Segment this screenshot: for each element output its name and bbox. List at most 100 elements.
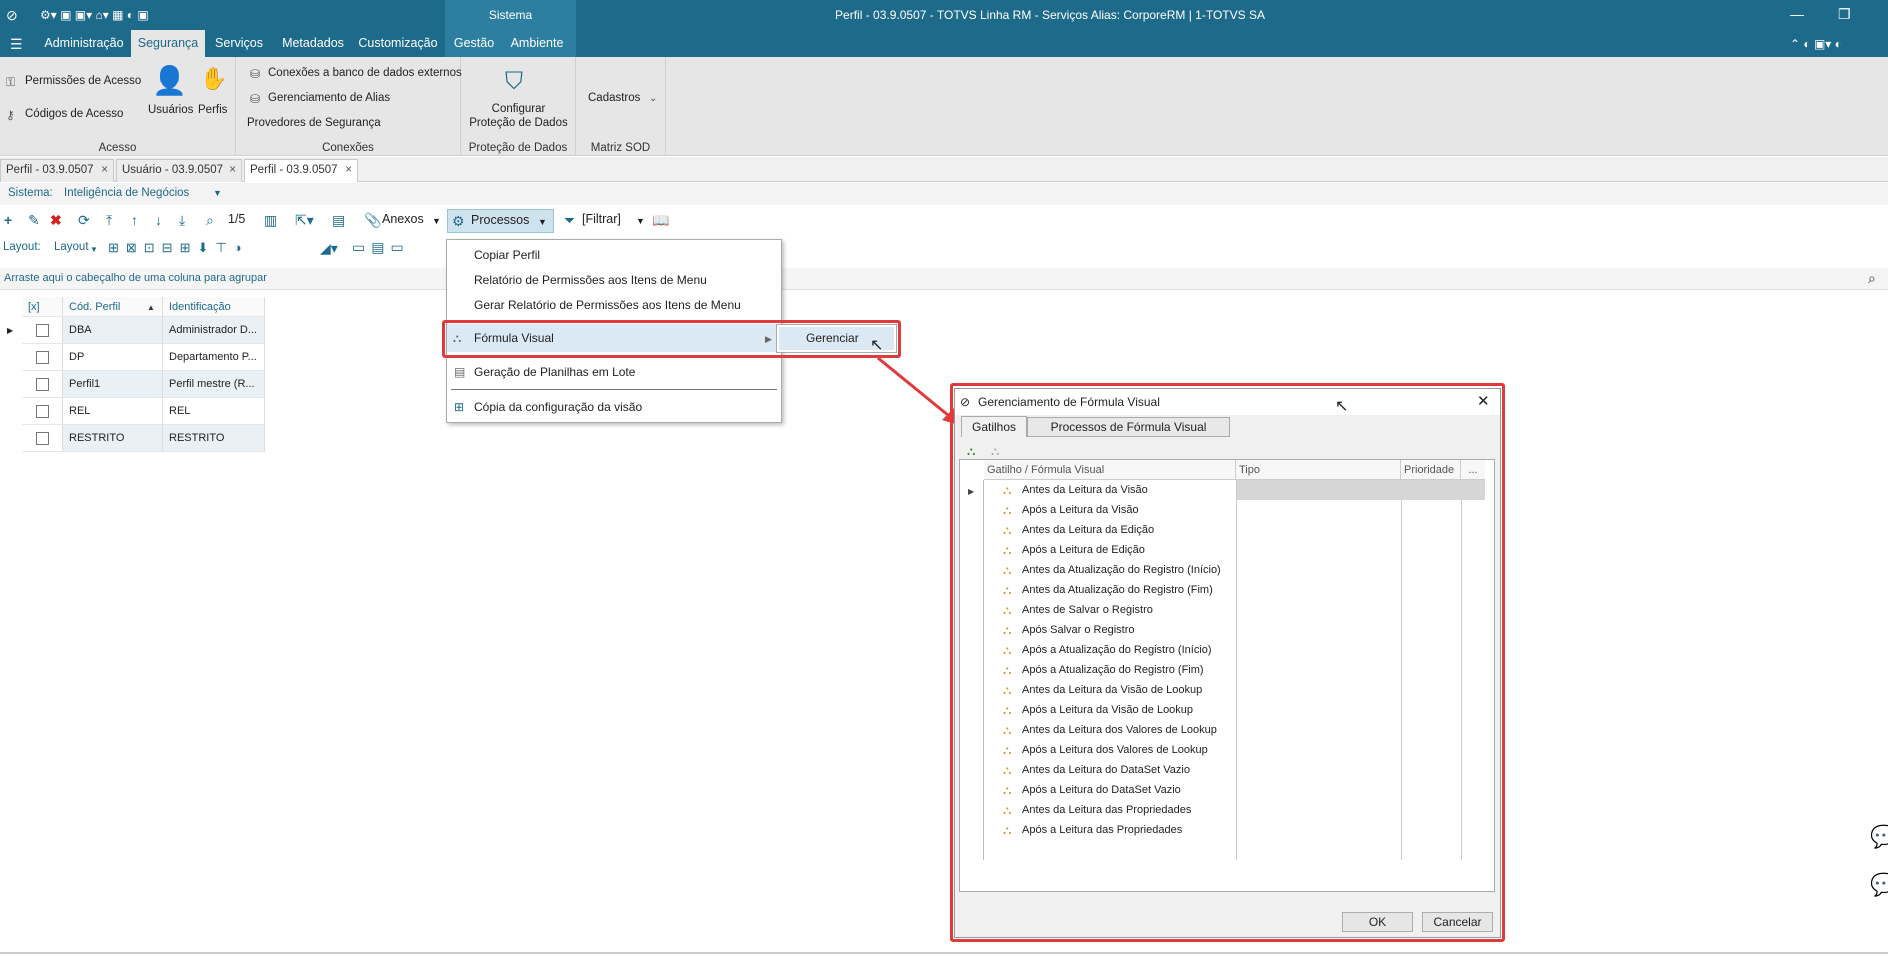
table-cell-ident[interactable]: Departamento P... bbox=[163, 344, 265, 371]
chevron-down-icon[interactable]: ▼ bbox=[538, 214, 547, 230]
last-icon[interactable]: ⤓ bbox=[179, 212, 185, 228]
add-trigger-icon[interactable]: ⛬ bbox=[967, 443, 975, 459]
first-icon[interactable]: ⤒ bbox=[106, 212, 112, 228]
chevron-down-icon[interactable]: ▼ bbox=[432, 213, 441, 229]
search-icon[interactable]: ⌕ bbox=[1868, 270, 1876, 286]
next-icon[interactable]: ↓ bbox=[155, 212, 162, 228]
processos-button[interactable]: ⚙ Processos ▼ bbox=[447, 209, 554, 233]
table-cell-ident[interactable]: REL bbox=[163, 398, 265, 425]
close-icon[interactable]: × bbox=[229, 160, 236, 181]
perfis-button[interactable]: Perfis bbox=[198, 104, 227, 116]
doc-tab-perfil-1[interactable]: Perfil - 03.9.0507 × bbox=[0, 159, 114, 182]
menu-item-geracao-planilhas[interactable]: ▤ Geração de Planilhas em Lote bbox=[447, 360, 781, 384]
table-row-check[interactable] bbox=[22, 425, 63, 452]
permissoes-acesso-button[interactable]: Permissões de Acesso bbox=[25, 75, 141, 87]
list-item[interactable]: ⛬ Após a Leitura de Edição bbox=[960, 540, 1494, 560]
table-cell-cod[interactable]: DP bbox=[63, 344, 163, 371]
tab-customizacao[interactable]: Customização bbox=[358, 30, 438, 57]
chevron-down-icon[interactable]: ▼ bbox=[636, 213, 645, 229]
list-item[interactable]: ⛬ Após Salvar o Registro bbox=[960, 620, 1494, 640]
table-row-check[interactable] bbox=[22, 317, 63, 344]
table-cell-cod[interactable]: DBA bbox=[63, 317, 163, 344]
ok-button[interactable]: OK bbox=[1342, 912, 1413, 932]
list-item[interactable]: ⛬ Após a Atualização do Registro (Início) bbox=[960, 640, 1494, 660]
menu-item-gerar-relatorio[interactable]: Gerar Relatório de Permissões aos Itens … bbox=[447, 293, 781, 317]
cadastros-dropdown[interactable]: Cadastros bbox=[588, 92, 640, 104]
refresh-icon[interactable]: ⟳ bbox=[78, 212, 90, 228]
tab-metadados[interactable]: Metadados bbox=[277, 30, 349, 57]
list-item[interactable]: ⛬ Antes da Atualização do Registro (Iníci… bbox=[960, 560, 1494, 580]
chart-icon[interactable]: ◢▾ bbox=[320, 240, 338, 256]
chevron-down-icon[interactable]: ⌄ bbox=[649, 91, 657, 107]
close-icon[interactable]: ✕ bbox=[1477, 394, 1490, 410]
add-icon[interactable]: + bbox=[4, 212, 12, 228]
checkbox[interactable] bbox=[35, 350, 49, 364]
remove-trigger-icon[interactable]: ⛬ bbox=[991, 443, 999, 459]
table-row-check[interactable] bbox=[22, 371, 63, 398]
list-item[interactable]: ⛬ Após a Leitura da Visão bbox=[960, 500, 1494, 520]
layout-dropdown[interactable]: Layout bbox=[54, 241, 89, 253]
report-icon[interactable]: ▤ bbox=[332, 212, 345, 228]
panel-layout-icons[interactable]: ▭▤▭ bbox=[352, 239, 410, 255]
list-item[interactable]: ⛬ Após a Leitura do DataSet Vazio bbox=[960, 780, 1494, 800]
checkbox[interactable] bbox=[35, 431, 49, 445]
table-cell-ident[interactable]: Perfil mestre (R... bbox=[163, 371, 265, 398]
doc-tab-perfil-2[interactable]: Perfil - 03.9.0507 × bbox=[244, 159, 358, 182]
menu-item-copiar-perfil[interactable]: Copiar Perfil bbox=[447, 243, 781, 267]
filtrar-button[interactable]: [Filtrar] bbox=[582, 212, 621, 226]
table-cell-cod[interactable]: Perfil1 bbox=[63, 371, 163, 398]
chat-icon[interactable]: 💬 bbox=[1870, 824, 1888, 850]
table-cell-ident[interactable]: RESTRITO bbox=[163, 425, 265, 452]
menu-item-relatorio-permissoes[interactable]: Relatório de Permissões aos Itens de Men… bbox=[447, 268, 781, 292]
list-item[interactable]: ⛬ Antes de Salvar o Registro bbox=[960, 600, 1494, 620]
codigos-acesso-button[interactable]: Códigos de Acesso bbox=[25, 108, 123, 120]
list-item[interactable]: ⛬ Antes da Leitura da Visão bbox=[960, 480, 1494, 500]
grid-header-gatilho[interactable]: Gatilho / Fórmula Visual bbox=[984, 460, 1236, 480]
list-item[interactable]: ⛬ Após a Leitura das Propriedades bbox=[960, 820, 1494, 840]
quick-access-icon[interactable]: ⚙▾ ▣ ▣▾ ⌂▾ ▦ ◐ ▣ bbox=[40, 7, 149, 23]
checkbox[interactable] bbox=[35, 323, 49, 337]
chat-icon[interactable]: 💬 bbox=[1870, 872, 1888, 898]
list-item[interactable]: ⛬ Após a Atualização do Registro (Fim) bbox=[960, 660, 1494, 680]
search-icon[interactable]: ⌕ bbox=[206, 212, 214, 228]
conexoes-banco-button[interactable]: Conexões a banco de dados externos bbox=[268, 67, 462, 79]
chevron-down-icon[interactable]: ▼ bbox=[90, 242, 98, 258]
grid-header-tipo[interactable]: Tipo bbox=[1236, 460, 1401, 480]
grid-header-ident[interactable]: Identificação bbox=[163, 297, 265, 317]
list-item[interactable]: ⛬ Após a Leitura da Visão de Lookup bbox=[960, 700, 1494, 720]
chevron-down-icon[interactable]: ▼ bbox=[213, 185, 222, 201]
grid-header-prioridade[interactable]: Prioridade bbox=[1401, 460, 1461, 480]
close-icon[interactable]: × bbox=[101, 160, 108, 181]
list-item[interactable]: ⛬ Antes da Leitura dos Valores de Lookup bbox=[960, 720, 1494, 740]
group-by-area[interactable]: Arraste aqui o cabeçalho de uma coluna p… bbox=[0, 268, 1888, 290]
tab-gestao[interactable]: Gestão bbox=[449, 30, 499, 57]
list-item[interactable]: ⛬ Antes da Atualização do Registro (Fim) bbox=[960, 580, 1494, 600]
tab-administracao[interactable]: Administração bbox=[40, 30, 128, 57]
usuarios-button[interactable]: Usuários bbox=[148, 104, 193, 116]
checkbox[interactable] bbox=[35, 377, 49, 391]
grid-header-more[interactable]: ... bbox=[1461, 460, 1485, 480]
table-cell-cod[interactable]: RESTRITO bbox=[63, 425, 163, 452]
table-cell-ident[interactable]: Administrador D... bbox=[163, 317, 265, 344]
table-cell-cod[interactable]: REL bbox=[63, 398, 163, 425]
sistema-select[interactable]: Inteligência de Negócios bbox=[64, 183, 189, 203]
export-icon[interactable]: ⇱▾ bbox=[295, 212, 314, 228]
app-menu-icon[interactable]: ☰ bbox=[10, 36, 23, 52]
tab-processos-formula[interactable]: Processos de Fórmula Visual bbox=[1027, 417, 1230, 437]
tab-ambiente[interactable]: Ambiente bbox=[505, 30, 569, 57]
tab-gatilhos[interactable]: Gatilhos bbox=[961, 416, 1027, 437]
configurar-protecao-line2[interactable]: Proteção de Dados bbox=[461, 117, 576, 129]
table-row-check[interactable] bbox=[22, 344, 63, 371]
layout-tools-icons[interactable]: ⊞⊠⊡⊟⊞⬇⊤◑ bbox=[108, 240, 249, 256]
edit-icon[interactable]: ✎ bbox=[28, 212, 40, 228]
book-icon[interactable]: 📖 bbox=[652, 212, 669, 228]
cancel-button[interactable]: Cancelar bbox=[1422, 912, 1493, 932]
configurar-protecao-line1[interactable]: Configurar bbox=[461, 103, 576, 115]
tab-seguranca[interactable]: Segurança bbox=[131, 30, 205, 57]
gerenciamento-alias-button[interactable]: Gerenciamento de Alias bbox=[268, 92, 390, 104]
list-item[interactable]: ⛬ Antes da Leitura do DataSet Vazio bbox=[960, 760, 1494, 780]
menu-item-copia-configuracao[interactable]: ⊞ Cópia da configuração da visão bbox=[447, 395, 781, 419]
delete-icon[interactable]: ✖ bbox=[50, 212, 62, 228]
close-icon[interactable]: × bbox=[345, 160, 352, 181]
prev-icon[interactable]: ↑ bbox=[131, 212, 138, 228]
